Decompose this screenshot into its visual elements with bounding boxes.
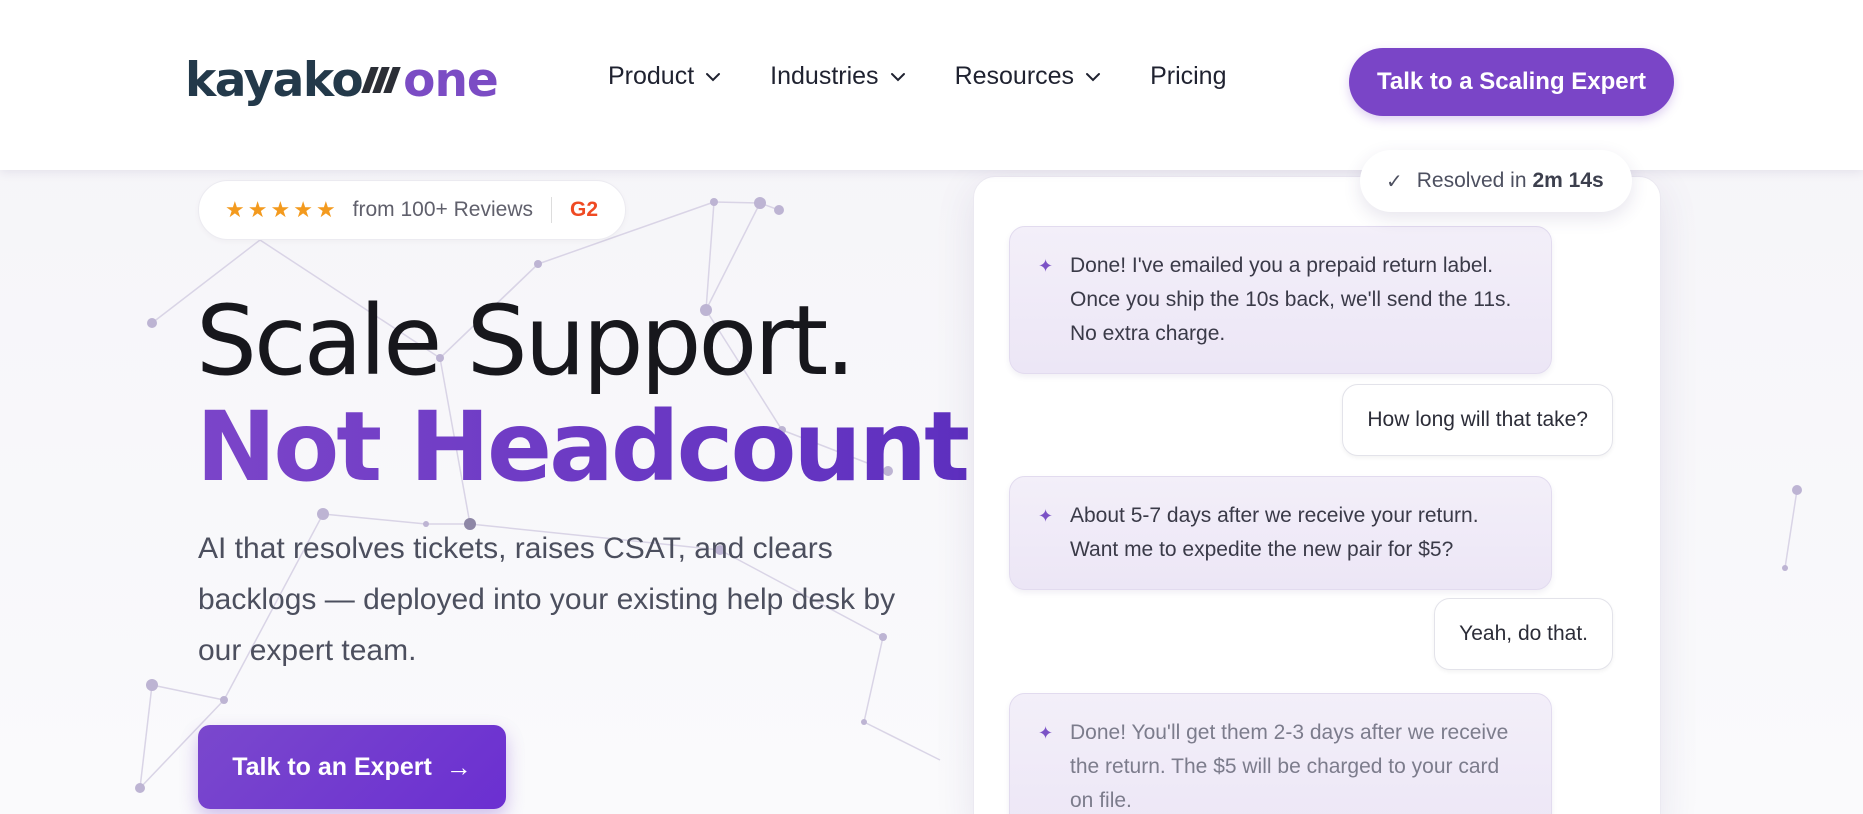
talk-to-scaling-expert-button[interactable]: Talk to a Scaling Expert <box>1349 48 1674 116</box>
sparkle-icon: ✦ <box>1038 256 1054 276</box>
resolved-time: 2m 14s <box>1532 169 1604 192</box>
hero-subtext: AI that resolves tickets, raises CSAT, a… <box>198 532 896 667</box>
sparkle-icon: ✦ <box>1038 723 1054 743</box>
logo-text-kayako: kayako <box>185 52 364 108</box>
ai-message: ✦ About 5-7 days after we receive your r… <box>1009 476 1552 590</box>
kayako-one-logo[interactable]: kayako one <box>185 50 499 110</box>
message-text: Yeah, do that. <box>1459 622 1588 645</box>
headline-line-1: Scale Support. <box>196 285 856 397</box>
reviews-count-text: from 100+ Reviews <box>352 198 533 221</box>
message-text: Done! I've emailed you a prepaid return … <box>1070 254 1512 345</box>
message-text: Done! You'll get them 2-3 days after we … <box>1070 721 1509 812</box>
message-text: How long will that take? <box>1367 408 1588 431</box>
main-nav: Product Industries Resources Pricing <box>608 62 1226 91</box>
arrow-right-icon: → <box>445 751 472 782</box>
nav-item-resources[interactable]: Resources <box>955 62 1103 91</box>
check-icon: ✓ <box>1386 170 1403 193</box>
nav-item-industries[interactable]: Industries <box>770 62 906 91</box>
nav-item-label: Industries <box>770 62 879 90</box>
chevron-down-icon <box>706 72 721 81</box>
site-header: kayako one Product Industries Resources … <box>0 0 1863 170</box>
message-text: About 5-7 days after we receive your ret… <box>1070 504 1479 561</box>
chevron-down-icon <box>890 72 905 81</box>
g2-logo: G2 <box>570 198 599 221</box>
resolved-time-badge: ✓ Resolved in 2m 14s <box>1360 150 1632 212</box>
nav-item-pricing[interactable]: Pricing <box>1150 62 1226 91</box>
headline-line-2: Not Headcount. <box>196 391 1003 503</box>
reviews-badge[interactable]: ★ ★ ★ ★ ★ from 100+ Reviews G2 <box>198 180 626 240</box>
resolved-label: Resolved in <box>1416 169 1527 192</box>
nav-item-product[interactable]: Product <box>608 62 722 91</box>
divider <box>551 197 552 223</box>
star-icon: ★ <box>270 197 291 222</box>
logo-slashes-icon <box>361 67 401 93</box>
button-label: Talk to an Expert <box>232 752 432 781</box>
nav-item-label: Resources <box>954 62 1075 90</box>
user-message: How long will that take? <box>1342 384 1613 456</box>
talk-to-expert-button[interactable]: Talk to an Expert → <box>198 725 506 809</box>
star-icon: ★ <box>315 197 336 222</box>
sparkle-icon: ✦ <box>1038 506 1054 526</box>
star-icon: ★ <box>225 197 245 222</box>
logo-text-one: one <box>403 52 499 108</box>
star-icon: ★ <box>293 197 313 222</box>
nav-item-label: Pricing <box>1150 62 1227 90</box>
rating-stars: ★ ★ ★ ★ ★ <box>225 197 339 223</box>
ai-message: ✦ Done! You'll get them 2-3 days after w… <box>1009 693 1552 814</box>
nav-item-label: Product <box>608 62 695 90</box>
chevron-down-icon <box>1086 72 1101 81</box>
star-icon: ★ <box>247 197 268 222</box>
ai-message: ✦ Done! I've emailed you a prepaid retur… <box>1009 226 1552 374</box>
user-message: Yeah, do that. <box>1434 598 1613 670</box>
